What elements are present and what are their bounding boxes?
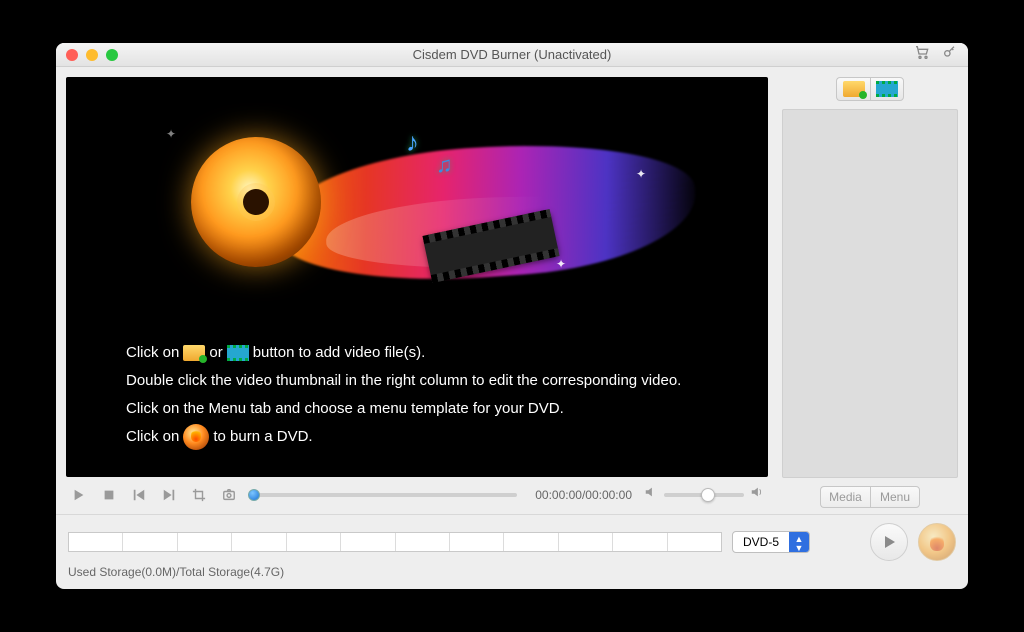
sparkle-icon: ✦ bbox=[636, 167, 646, 181]
burn-icon bbox=[183, 424, 209, 450]
burn-button[interactable] bbox=[918, 523, 956, 561]
music-note-icon: ♪ bbox=[406, 127, 419, 158]
sparkle-icon: ✦ bbox=[556, 257, 566, 271]
disc-type-value: DVD-5 bbox=[733, 532, 789, 552]
volume-slider[interactable] bbox=[664, 493, 744, 497]
instruction-text: Click on bbox=[126, 339, 179, 367]
time-display: 00:00:00/00:00:00 bbox=[535, 488, 632, 502]
storage-bar bbox=[68, 532, 722, 552]
sparkle-icon: ✦ bbox=[166, 127, 176, 141]
film-add-icon bbox=[876, 81, 898, 97]
volume-mute-icon[interactable] bbox=[644, 485, 658, 504]
add-film-icon bbox=[227, 345, 249, 361]
storage-text: Used Storage(0.0M)/Total Storage(4.7G) bbox=[68, 565, 956, 579]
preview-play-button[interactable] bbox=[870, 523, 908, 561]
instruction-text: or bbox=[209, 339, 222, 367]
instruction-text: Double click the video thumbnail in the … bbox=[126, 367, 681, 395]
window-title: Cisdem DVD Burner (Unactivated) bbox=[56, 47, 968, 62]
disc-graphic bbox=[191, 137, 321, 267]
playback-controls: 00:00:00/00:00:00 bbox=[66, 477, 768, 508]
prev-button[interactable] bbox=[130, 486, 148, 504]
preview-area: ♪ ♫ ✦ ✦ ✦ Click on or button to add vide… bbox=[66, 77, 768, 477]
add-video-button[interactable] bbox=[870, 77, 904, 101]
music-note-icon: ♫ bbox=[436, 152, 453, 178]
snapshot-button[interactable] bbox=[220, 486, 238, 504]
instruction-text: button to add video file(s). bbox=[253, 339, 426, 367]
play-button[interactable] bbox=[70, 486, 88, 504]
instruction-text: Click on bbox=[126, 423, 179, 451]
app-window: Cisdem DVD Burner (Unactivated) ♪ ♫ ✦ bbox=[56, 43, 968, 589]
video-list-panel[interactable] bbox=[782, 109, 958, 478]
flame-icon bbox=[930, 533, 944, 551]
folder-add-icon bbox=[843, 81, 865, 97]
tab-media[interactable]: Media bbox=[820, 486, 870, 508]
main-panel: ♪ ♫ ✦ ✦ ✦ Click on or button to add vide… bbox=[56, 67, 778, 514]
instruction-text: Click on the Menu tab and choose a menu … bbox=[126, 395, 564, 423]
instructions: Click on or button to add video file(s).… bbox=[66, 325, 768, 477]
select-arrows-icon: ▲▼ bbox=[789, 532, 809, 552]
volume-max-icon[interactable] bbox=[750, 485, 764, 504]
sidebar: Media Menu bbox=[778, 67, 968, 514]
next-button[interactable] bbox=[160, 486, 178, 504]
tab-menu[interactable]: Menu bbox=[870, 486, 920, 508]
crop-button[interactable] bbox=[190, 486, 208, 504]
disc-type-select[interactable]: DVD-5 ▲▼ bbox=[732, 531, 810, 553]
add-folder-button[interactable] bbox=[836, 77, 870, 101]
titlebar: Cisdem DVD Burner (Unactivated) bbox=[56, 43, 968, 67]
add-folder-icon bbox=[183, 345, 205, 361]
instruction-text: to burn a DVD. bbox=[213, 423, 312, 451]
splash-artwork: ♪ ♫ ✦ ✦ ✦ bbox=[126, 107, 708, 287]
seek-slider[interactable] bbox=[250, 488, 517, 502]
stop-button[interactable] bbox=[100, 486, 118, 504]
footer: DVD-5 ▲▼ Used Storage(0.0M)/Total Storag… bbox=[56, 514, 968, 589]
